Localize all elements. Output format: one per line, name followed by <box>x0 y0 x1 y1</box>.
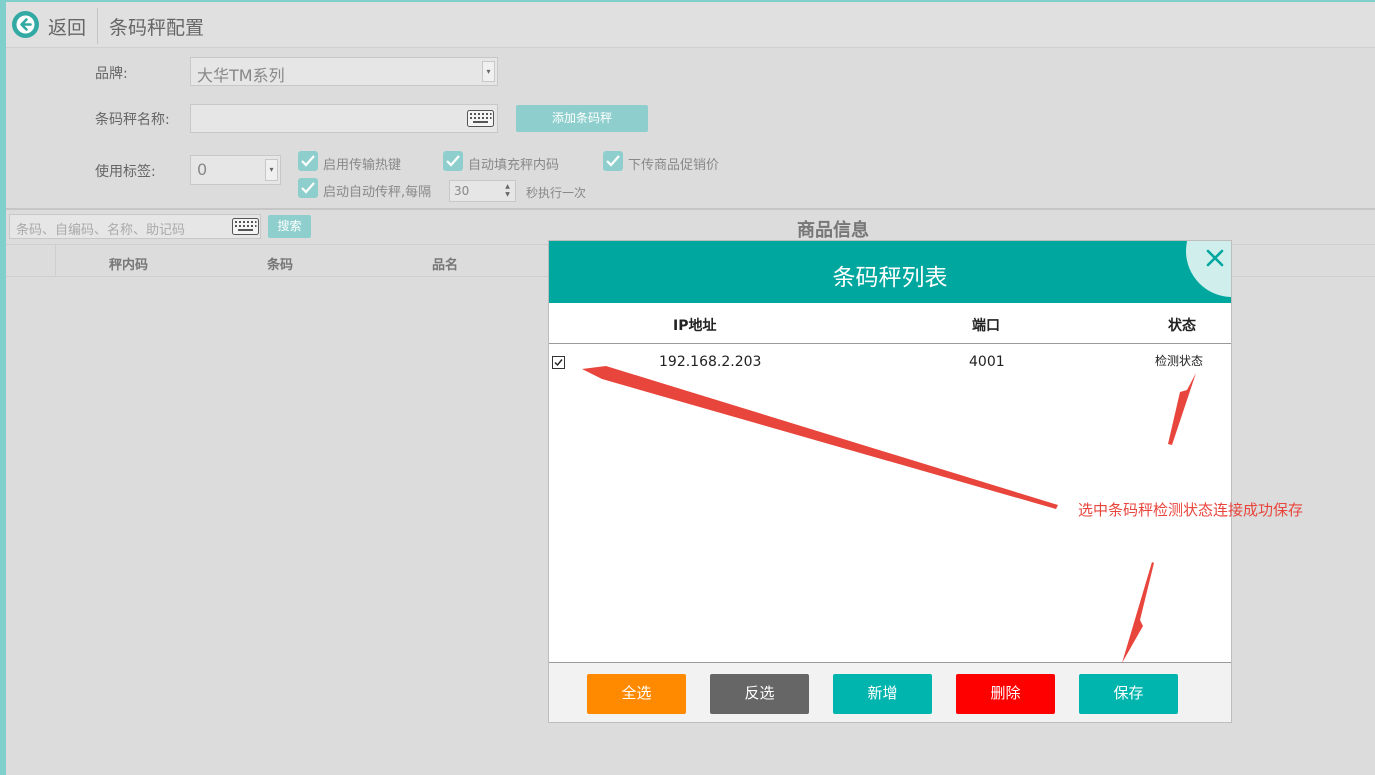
annotation-arrows <box>582 366 1196 663</box>
arrow-to-status-icon <box>1168 373 1196 445</box>
annotation-text: 选中条码秤检测状态连接成功保存 <box>1078 501 1304 519</box>
arrow-to-save-icon <box>1122 562 1154 663</box>
arrow-to-checkbox-icon <box>582 366 1058 509</box>
